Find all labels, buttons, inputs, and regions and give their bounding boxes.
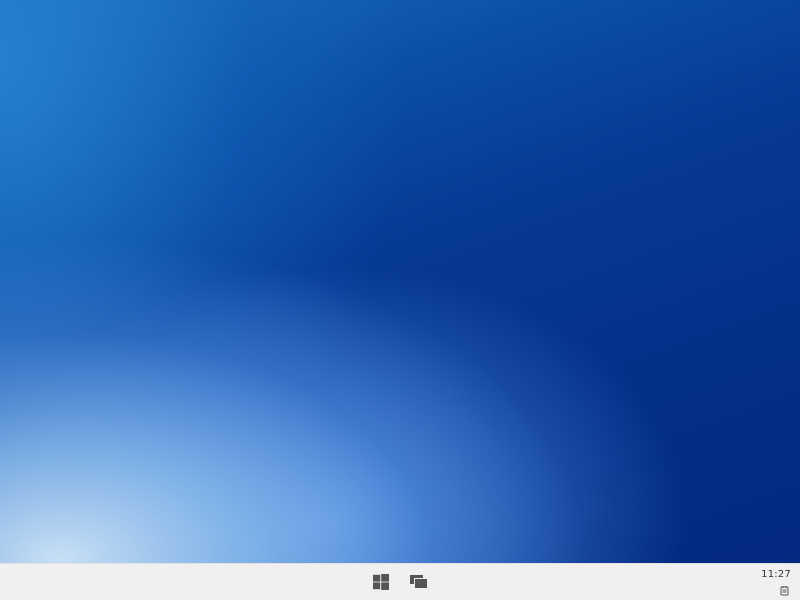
- clock[interactable]: 11:27: [761, 569, 791, 580]
- task-view-icon: [410, 575, 428, 589]
- taskbar: 11:27: [0, 563, 800, 600]
- desktop-background[interactable]: [0, 0, 800, 563]
- screen: 11:27: [0, 0, 800, 600]
- notification-icon[interactable]: [780, 586, 789, 596]
- start-button[interactable]: [368, 570, 394, 594]
- task-view-button[interactable]: [405, 570, 433, 594]
- windows-logo-icon: [373, 574, 389, 590]
